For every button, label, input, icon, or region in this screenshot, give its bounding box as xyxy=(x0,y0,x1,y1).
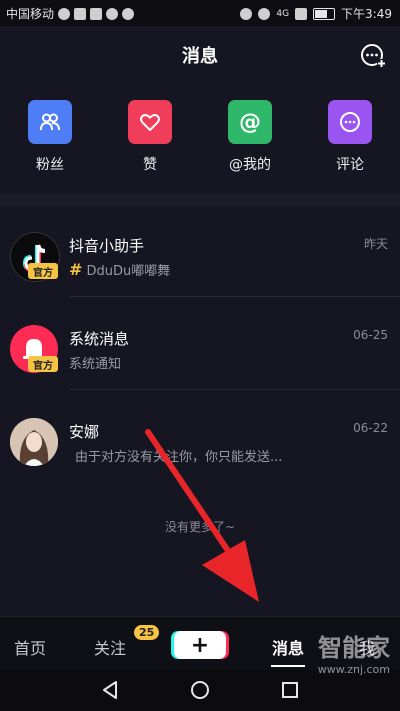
list-item[interactable]: 安娜 由于对方没有关注你，你只能发送... 06-22 xyxy=(0,393,400,483)
message-time: 06-25 xyxy=(353,328,388,342)
chat-icon xyxy=(122,7,135,20)
watermark-brand: 智能家 xyxy=(318,634,390,662)
contact-name: 抖音小助手 xyxy=(69,237,145,255)
contact-name: 系统消息 xyxy=(69,330,130,348)
wifi-icon xyxy=(258,7,271,20)
message-preview: 由于对方没有关注你，你只能发送... xyxy=(75,450,283,465)
signal-icon xyxy=(295,7,308,20)
list-item[interactable]: 官方 系统消息 系统通知 06-25 xyxy=(0,300,400,390)
watermark-url: www.znj.com xyxy=(317,663,390,676)
message-preview: # DduDu嘟嘟舞 xyxy=(69,260,170,279)
clock: 下午3:49 xyxy=(341,7,392,21)
nav-home[interactable]: 首页 xyxy=(14,635,46,659)
app-icon xyxy=(106,7,119,20)
at-icon: @ xyxy=(228,100,272,144)
section-divider xyxy=(0,193,400,207)
recents-icon[interactable] xyxy=(280,679,300,701)
shortcut-fans[interactable]: 粉丝 xyxy=(15,100,85,174)
shortcut-label: 赞 xyxy=(143,157,157,173)
contact-name: 安娜 xyxy=(69,423,100,441)
list-item[interactable]: 官方 抖音小助手 # DduDu嘟嘟舞 昨天 xyxy=(0,207,400,297)
app-icon xyxy=(74,7,87,20)
message-time: 06-22 xyxy=(353,421,388,435)
shortcut-label: 评论 xyxy=(336,157,364,173)
shortcut-label: @我的 xyxy=(229,157,271,173)
message-time: 昨天 xyxy=(363,237,388,251)
fans-icon xyxy=(28,100,72,144)
back-icon[interactable] xyxy=(100,679,120,701)
network-label: 4G xyxy=(276,8,290,19)
header: 消息 xyxy=(0,26,400,84)
comment-icon xyxy=(328,100,372,144)
add-chat-icon[interactable] xyxy=(360,42,386,68)
official-badge: 官方 xyxy=(28,356,58,372)
shortcut-label: 粉丝 xyxy=(36,157,64,173)
no-more-text: 没有更多了~ xyxy=(164,520,236,534)
nav-follow-label: 关注 xyxy=(94,639,127,658)
carrier-label: 中国移动 xyxy=(6,7,55,21)
shortcut-comments[interactable]: 评论 xyxy=(315,100,385,174)
nav-messages[interactable]: 消息 xyxy=(272,635,304,659)
hashtag-icon: # xyxy=(69,260,83,279)
page-title: 消息 xyxy=(182,46,218,67)
row-divider xyxy=(69,296,400,297)
row-divider xyxy=(69,389,400,390)
follow-count-badge: 25 xyxy=(134,625,160,640)
status-bar: 中国移动 4G 下午3:49 xyxy=(0,0,400,26)
system-nav-bar xyxy=(0,670,400,711)
notification-icon xyxy=(58,7,71,20)
shortcut-row: 粉丝 赞 @ @我的 评论 xyxy=(0,100,400,180)
user-avatar xyxy=(10,418,58,466)
nav-follow[interactable]: 关注 25 xyxy=(94,625,160,659)
heart-icon xyxy=(128,100,172,144)
alarm-icon xyxy=(240,7,253,20)
message-preview: 系统通知 xyxy=(69,357,122,372)
official-badge: 官方 xyxy=(28,263,58,279)
create-button[interactable]: + xyxy=(174,631,226,659)
shortcut-likes[interactable]: 赞 xyxy=(115,100,185,174)
shortcut-mentions[interactable]: @ @我的 xyxy=(215,100,285,174)
watermark: 智能家 www.znj.com xyxy=(318,628,390,676)
active-tab-indicator xyxy=(271,665,305,667)
battery-icon xyxy=(313,7,336,20)
app-icon xyxy=(90,7,103,20)
preview-text: DduDu嘟嘟舞 xyxy=(86,264,171,279)
home-circle-icon[interactable] xyxy=(189,679,211,701)
